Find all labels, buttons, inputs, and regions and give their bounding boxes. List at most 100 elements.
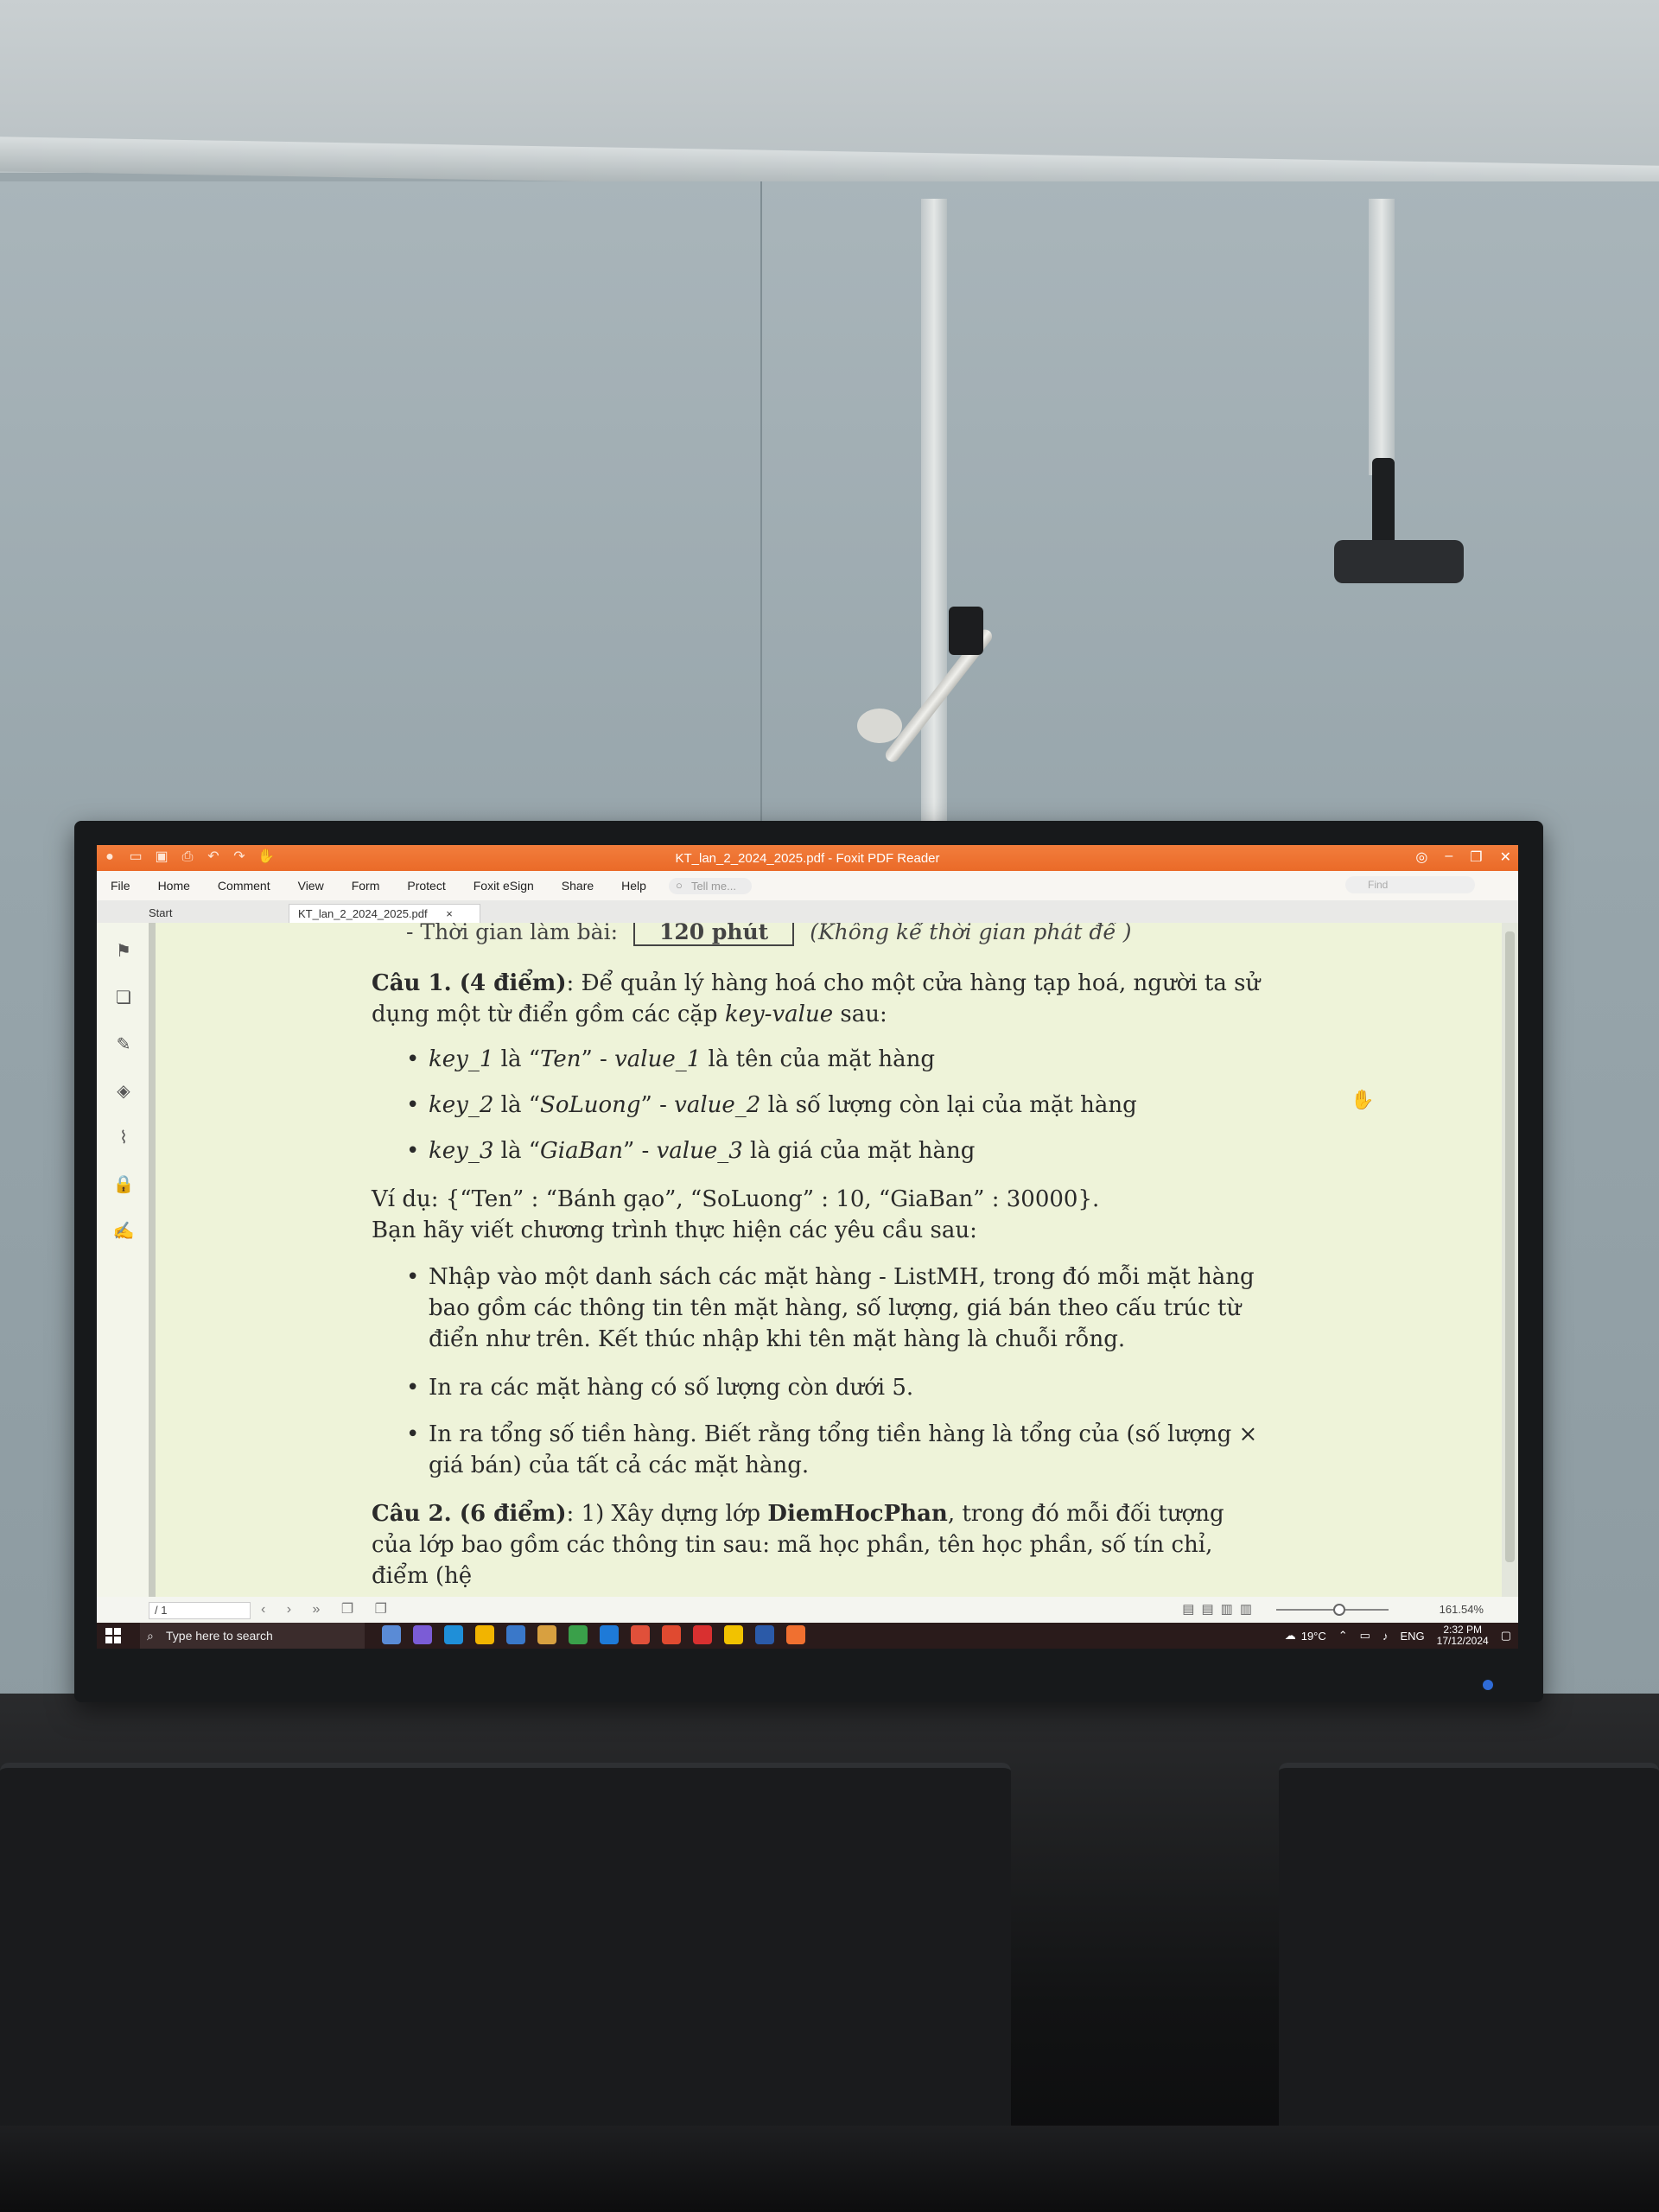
zoom-slider[interactable] <box>1276 1609 1389 1611</box>
account-icon[interactable]: ◎ <box>1415 849 1427 866</box>
bullet-key: key_2 <box>429 1092 494 1118</box>
menu-bar: File Home Comment View Form Protect Foxi… <box>97 871 1518 900</box>
menu-file[interactable]: File <box>97 879 144 893</box>
list-item: key_3 là “GiaBan” - value_3 là giá của m… <box>406 1135 1293 1166</box>
tab-start[interactable]: Start <box>140 904 296 923</box>
title-bar: ● ▭ ▣ ⎙ ↶ ↷ ✋ KT_lan_2_2024_2025.pdf - F… <box>97 845 1518 871</box>
bullet-text: ” - <box>581 1046 615 1072</box>
example-line: Ví dụ: {“Ten” : “Bánh gạo”, “SoLuong” : … <box>372 1186 1100 1212</box>
question-1-intro: Câu 1. (4 điểm): Để quản lý hàng hoá cho… <box>372 968 1270 1030</box>
signature-icon[interactable]: ✍ <box>112 1220 135 1243</box>
menu-share[interactable]: Share <box>548 879 607 893</box>
security-icon[interactable]: 🔒 <box>112 1173 135 1196</box>
comments-icon[interactable]: ✎ <box>112 1033 135 1056</box>
power-led <box>1483 1680 1493 1690</box>
bullet-value: value_2 <box>674 1092 761 1118</box>
ceiling-camera <box>1334 458 1464 596</box>
scroll-thumb[interactable] <box>1505 931 1515 1562</box>
hand-cursor-icon: ✋ <box>1351 1089 1375 1110</box>
bullet-name: GiaBan <box>540 1138 623 1164</box>
list-item: In ra các mặt hàng có số lượng còn dưới … <box>406 1372 1293 1403</box>
monitor: ● ▭ ▣ ⎙ ↶ ↷ ✋ KT_lan_2_2024_2025.pdf - F… <box>74 821 1543 1702</box>
taskbar-app-icon[interactable] <box>537 1625 556 1644</box>
taskbar-app-icon[interactable] <box>631 1625 650 1644</box>
taskbar-app-icon[interactable] <box>786 1625 805 1644</box>
taskbar-app-icon[interactable] <box>413 1625 432 1644</box>
language-indicator[interactable]: ENG <box>1400 1630 1424 1643</box>
bullet-key: key_3 <box>429 1138 494 1164</box>
wall-post <box>921 199 947 855</box>
taskbar-app-icon[interactable] <box>600 1625 619 1644</box>
question-2-intro: Câu 2. (6 điểm): 1) Xây dựng lớp DiemHoc… <box>372 1498 1270 1592</box>
time-note: (Không kể thời gian phát đề ) <box>810 923 1132 944</box>
menu-foxit-esign[interactable]: Foxit eSign <box>460 879 548 893</box>
bullet-name: SoLuong <box>540 1092 641 1118</box>
document-view[interactable]: - Thời gian làm bài: 120 phút (Không kể … <box>156 923 1502 1597</box>
attachment-icon[interactable]: ⌇ <box>112 1127 135 1149</box>
layers-icon[interactable]: ◈ <box>112 1080 135 1103</box>
wall-post <box>1369 199 1395 475</box>
status-bar: / 1 ‹ › » ❐ ❐ ▤▤▥▥ 161.54% <box>97 1597 1518 1623</box>
vertical-scrollbar[interactable] <box>1502 923 1518 1597</box>
search-placeholder: Type here to search <box>166 1629 273 1643</box>
windows-start-icon[interactable] <box>105 1628 121 1643</box>
bullet-text: là “ <box>500 1092 541 1118</box>
weather-widget[interactable]: ☁ 19°C <box>1285 1629 1326 1643</box>
close-button[interactable]: ✕ <box>1500 849 1511 866</box>
menu-help[interactable]: Help <box>607 879 660 893</box>
bookmark-icon[interactable]: ⚑ <box>112 940 135 963</box>
bullet-value: value_1 <box>614 1046 702 1072</box>
bullet-name: Ten <box>540 1046 582 1072</box>
pages-icon[interactable]: ❏ <box>112 987 135 1009</box>
question-2-text: : 1) Xây dựng lớp <box>566 1501 761 1527</box>
bullet-text: ” - <box>640 1092 675 1118</box>
menu-comment[interactable]: Comment <box>204 879 284 893</box>
taskbar-app-icon[interactable] <box>506 1625 525 1644</box>
request-line: Bạn hãy viết chương trình thực hiện các … <box>372 1217 977 1243</box>
menu-home[interactable]: Home <box>144 879 204 893</box>
taskbar-app-icon[interactable] <box>693 1625 712 1644</box>
question-2-heading: Câu 2. (6 điểm) <box>372 1501 567 1527</box>
network-icon[interactable]: ▭ <box>1360 1629 1370 1643</box>
page-number-input[interactable]: / 1 <box>149 1602 251 1619</box>
navigation-panel: ⚑ ❏ ✎ ◈ ⌇ 🔒 ✍ <box>97 923 156 1597</box>
exam-time-line: - Thời gian làm bài: 120 phút (Không kể … <box>406 923 1131 946</box>
page-nav-buttons[interactable]: ‹ › » ❐ ❐ <box>261 1600 396 1618</box>
bullet-value: value_3 <box>656 1138 743 1164</box>
tab-document[interactable]: KT_lan_2_2024_2025.pdf × <box>289 904 480 924</box>
menu-form[interactable]: Form <box>338 879 394 893</box>
list-item: Nhập vào một danh sách các mặt hàng - Li… <box>406 1262 1293 1355</box>
volume-icon[interactable]: ♪ <box>1382 1630 1389 1643</box>
restore-button[interactable]: ❐ <box>1470 849 1482 866</box>
taskbar-app-icon[interactable] <box>475 1625 494 1644</box>
panel-splitter[interactable] <box>149 923 156 1597</box>
seat-back <box>0 1763 1011 2139</box>
taskbar-app-icon[interactable] <box>569 1625 588 1644</box>
list-item: key_2 là “SoLuong” - value_2 là số lượng… <box>406 1090 1293 1121</box>
taskbar-app-icon[interactable] <box>724 1625 743 1644</box>
clock[interactable]: 2:32 PM 17/12/2024 <box>1437 1624 1489 1647</box>
taskbar-app-icon[interactable] <box>382 1625 401 1644</box>
time-value: 120 phút <box>632 923 795 946</box>
zoom-slider-knob[interactable] <box>1333 1604 1345 1616</box>
view-mode-buttons[interactable]: ▤▤▥▥ <box>1182 1601 1259 1617</box>
weather-temp: 19°C <box>1300 1629 1326 1643</box>
pinned-apps <box>382 1625 805 1644</box>
taskbar-app-icon[interactable] <box>755 1625 774 1644</box>
minimize-button[interactable]: – <box>1445 849 1452 866</box>
menu-protect[interactable]: Protect <box>393 879 459 893</box>
menu-view[interactable]: View <box>284 879 338 893</box>
taskbar-app-icon[interactable] <box>444 1625 463 1644</box>
taskbar-app-icon[interactable] <box>662 1625 681 1644</box>
search-icon: ⌕ <box>147 1629 154 1643</box>
notifications-icon[interactable]: ▢ <box>1501 1629 1511 1643</box>
screen: ● ▭ ▣ ⎙ ↶ ↷ ✋ KT_lan_2_2024_2025.pdf - F… <box>97 845 1518 1649</box>
taskbar: ⌕ Type here to search ☁ 19°C ⌃ ▭ ♪ ENG 2… <box>97 1623 1518 1649</box>
bullet-text: ” - <box>622 1138 657 1164</box>
tell-me-input[interactable]: Tell me... <box>668 877 752 894</box>
taskbar-search[interactable]: ⌕ Type here to search <box>140 1623 365 1649</box>
tray-chevron-icon[interactable]: ⌃ <box>1338 1629 1348 1643</box>
close-tab-icon[interactable]: × <box>446 907 453 920</box>
zoom-level[interactable]: 161.54% <box>1440 1603 1484 1616</box>
find-input[interactable]: Find <box>1345 876 1475 893</box>
